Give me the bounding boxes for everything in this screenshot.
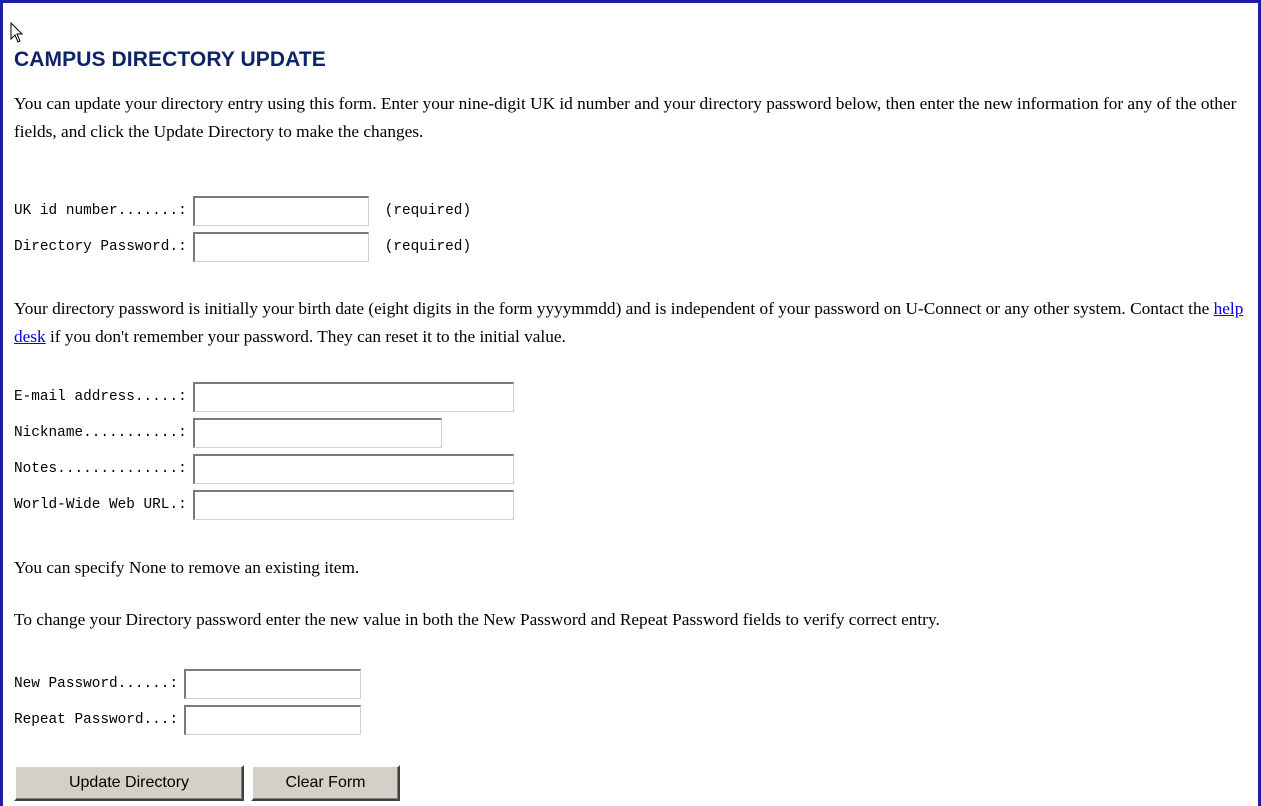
uk-id-label: UK id number.......: <box>14 203 187 219</box>
nickname-row: Nickname...........: <box>14 417 442 449</box>
new-password-label: New Password......: <box>14 676 179 692</box>
url-input[interactable] <box>192 490 514 520</box>
url-label: World-Wide Web URL.: <box>14 497 187 513</box>
update-directory-button[interactable]: Update Directory <box>14 765 244 801</box>
repeat-password-row: Repeat Password...: <box>14 704 362 736</box>
notes-label: Notes..............: <box>14 461 187 477</box>
nickname-label: Nickname...........: <box>14 425 187 441</box>
directory-password-row: Directory Password.: (required) <box>14 231 471 263</box>
password-note-after: if you don't remember your password. The… <box>45 327 566 346</box>
uk-id-row: UK id number.......: (required) <box>14 195 471 227</box>
repeat-password-input[interactable] <box>184 705 362 735</box>
password-note-before: Your directory password is initially you… <box>14 299 1214 318</box>
uk-id-required-hint: (required) <box>384 203 472 219</box>
email-input[interactable] <box>192 382 514 412</box>
new-password-input[interactable] <box>184 669 362 699</box>
directory-password-input[interactable] <box>192 232 369 262</box>
email-row: E-mail address.....: <box>14 381 514 413</box>
page-title: CAMPUS DIRECTORY UPDATE <box>14 48 326 71</box>
directory-password-required-hint: (required) <box>384 239 472 255</box>
repeat-password-label: Repeat Password...: <box>14 712 179 728</box>
notes-row: Notes..............: <box>14 453 514 485</box>
uk-id-input[interactable] <box>192 196 369 226</box>
email-label: E-mail address.....: <box>14 389 187 405</box>
new-password-row: New Password......: <box>14 668 362 700</box>
intro-text: You can update your directory entry usin… <box>14 94 1237 141</box>
password-note-text: Your directory password is initially you… <box>14 295 1249 351</box>
directory-password-label: Directory Password.: <box>14 239 187 255</box>
clear-form-button[interactable]: Clear Form <box>251 765 400 801</box>
nickname-input[interactable] <box>192 418 442 448</box>
mouse-pointer-icon <box>10 22 24 43</box>
none-note-text: You can specify None to remove an existi… <box>14 558 360 577</box>
notes-input[interactable] <box>192 454 514 484</box>
change-password-note-text: To change your Directory password enter … <box>14 610 940 629</box>
url-row: World-Wide Web URL.: <box>14 489 514 521</box>
